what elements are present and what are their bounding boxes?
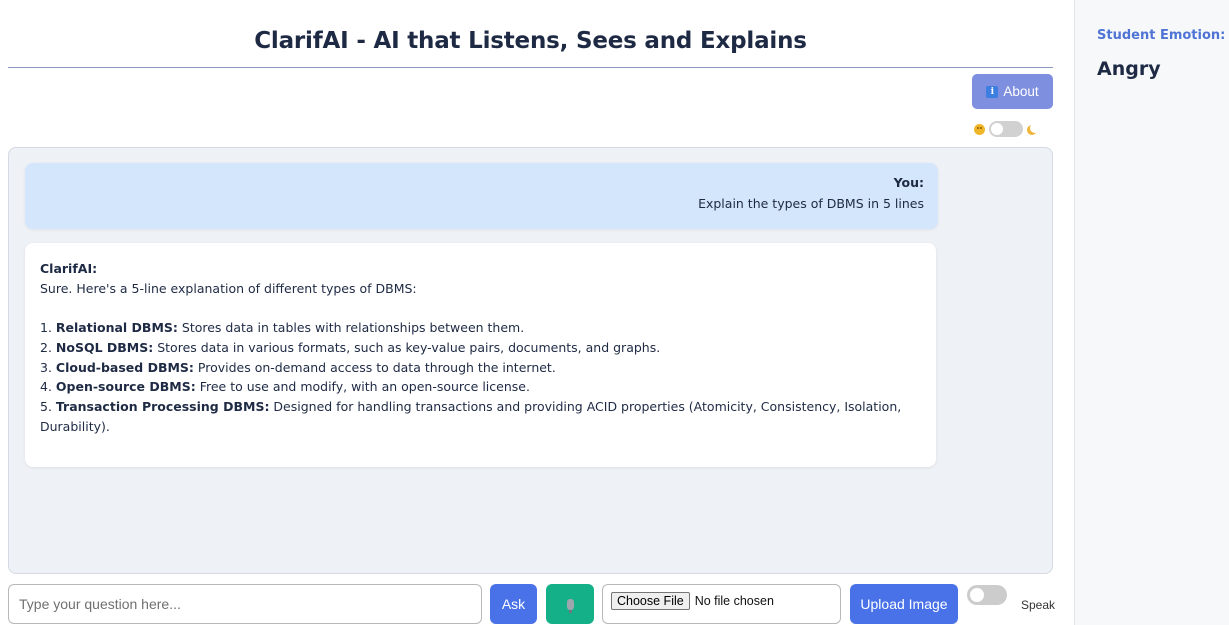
list-item-number: 5. [40, 398, 56, 414]
list-item-number: 4. [40, 379, 56, 395]
upload-image-button[interactable]: Upload Image [850, 584, 958, 624]
chat-panel[interactable]: You: Explain the types of DBMS in 5 line… [8, 147, 1053, 574]
speak-label: Speak [1021, 598, 1056, 612]
assistant-message-intro: Sure. Here's a 5-line explanation of dif… [40, 280, 417, 296]
list-item-number: 3. [40, 359, 56, 375]
emotion-sidebar: Student Emotion: Angry [1074, 0, 1229, 625]
list-item-description: Provides on-demand access to data throug… [193, 359, 556, 375]
title-divider [8, 67, 1053, 68]
assistant-message: ClarifAI: Sure. Here's a 5-line explanat… [25, 243, 936, 467]
user-message-text: Explain the types of DBMS in 5 lines [698, 196, 924, 211]
list-item-term: NoSQL DBMS: [55, 339, 154, 355]
speak-toggle[interactable] [967, 585, 1007, 605]
student-emotion-label: Student Emotion: [1097, 28, 1226, 43]
list-item: 2. NoSQL DBMS: Stores data in various fo… [40, 338, 921, 358]
list-item-term: Cloud-based DBMS: [55, 359, 194, 375]
toggle-knob [991, 123, 1003, 135]
list-item: 3. Cloud-based DBMS: Provides on-demand … [40, 358, 921, 378]
list-item-term: Relational DBMS: [55, 320, 178, 336]
list-item-number: 1. [40, 320, 56, 336]
toggle-knob [970, 588, 984, 602]
choose-file-button[interactable]: Choose File [611, 592, 690, 610]
about-button-label: About [1003, 84, 1039, 99]
list-item-term: Transaction Processing DBMS: [55, 398, 270, 414]
page-title: ClarifAI - AI that Listens, Sees and Exp… [254, 28, 807, 54]
list-item: 5. Transaction Processing DBMS: Designed… [40, 397, 921, 436]
student-emotion-value: Angry [1097, 58, 1161, 80]
main-area: ClarifAI - AI that Listens, Sees and Exp… [0, 0, 1062, 625]
list-item: 1. Relational DBMS: Stores data in table… [40, 318, 921, 338]
list-item-term: Open-source DBMS: [55, 379, 196, 395]
sun-icon [974, 123, 985, 135]
list-item-description: Free to use and modify, with an open-sou… [195, 379, 530, 395]
moon-icon [1030, 123, 1040, 133]
assistant-message-sender: ClarifAI: [40, 261, 98, 276]
file-status: No file chosen [694, 594, 774, 608]
theme-switcher [974, 121, 1037, 137]
ask-button[interactable]: Ask [490, 584, 537, 624]
list-item-description: Stores data in various formats, such as … [153, 339, 661, 355]
dark-mode-toggle[interactable] [989, 121, 1023, 137]
microphone-icon [566, 598, 574, 613]
info-icon: i [986, 85, 999, 98]
list-item: 4. Open-source DBMS: Free to use and mod… [40, 377, 921, 397]
user-message: You: Explain the types of DBMS in 5 line… [25, 163, 938, 229]
image-file-input[interactable]: Choose File No file chosen [602, 584, 841, 624]
list-item-number: 2. [40, 339, 56, 355]
microphone-button[interactable] [546, 584, 594, 624]
list-item-description: Stores data in tables with relationships… [177, 320, 525, 336]
app-root: ClarifAI - AI that Listens, Sees and Exp… [0, 0, 1229, 625]
about-button[interactable]: i About [972, 74, 1053, 109]
question-input[interactable] [8, 584, 482, 624]
user-message-sender: You: [893, 175, 924, 190]
